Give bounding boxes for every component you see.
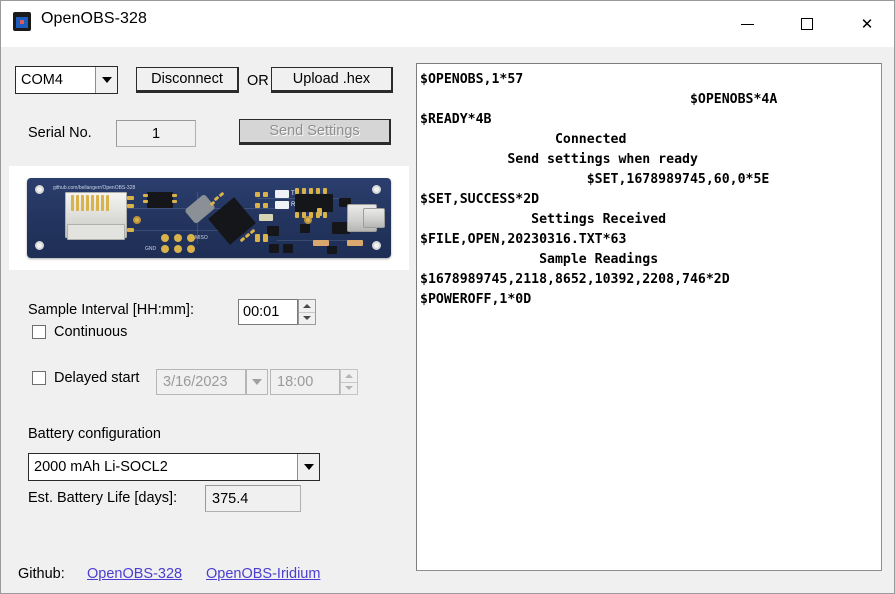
title-bar: OpenOBS-328 ✕ — [1, 1, 894, 47]
window-title: OpenOBS-328 — [41, 10, 148, 27]
sample-interval-label: Sample Interval [HH:mm]: — [28, 302, 194, 318]
com-port-select[interactable]: COM4 — [15, 66, 118, 94]
battery-type-value: 2000 mAh Li-SOCL2 — [34, 459, 168, 475]
delayed-start-label: Delayed start — [54, 370, 140, 386]
serial-no-label: Serial No. — [28, 125, 92, 141]
send-settings-button[interactable]: Send Settings — [239, 119, 391, 145]
close-button[interactable]: ✕ — [844, 1, 890, 47]
continuous-label: Continuous — [54, 324, 128, 340]
continuous-checkbox[interactable]: Continuous — [32, 324, 127, 340]
battery-life-value: 375.4 — [205, 485, 301, 512]
stepper-up-icon[interactable] — [299, 300, 315, 313]
serial-terminal-output[interactable]: $OPENOBS,1*57 $OPENOBS*4A $READY*4B Conn… — [416, 63, 882, 571]
checkbox-box[interactable] — [32, 325, 46, 339]
board-photo: github.com/bellangerr/OpenOBS-328 MISO G… — [9, 166, 409, 270]
battery-configuration-label: Battery configuration — [28, 426, 161, 442]
link-openobs-iridium[interactable]: OpenOBS-Iridium — [206, 566, 320, 582]
stepper-up-icon[interactable] — [341, 370, 357, 383]
serial-no-field[interactable]: 1 — [116, 120, 196, 147]
delayed-start-date-input[interactable]: 3/16/2023 — [156, 369, 246, 395]
disconnect-button[interactable]: Disconnect — [136, 67, 239, 93]
com-port-value: COM4 — [21, 72, 63, 88]
checkbox-box[interactable] — [32, 371, 46, 385]
pcb-silkscreen-url: github.com/bellangerr/OpenOBS-328 — [53, 185, 136, 191]
chevron-down-icon — [252, 379, 262, 385]
upload-hex-button[interactable]: Upload .hex — [271, 67, 393, 93]
stepper-down-icon[interactable] — [341, 383, 357, 395]
terminal-text: $OPENOBS,1*57 $OPENOBS*4A $READY*4B Conn… — [420, 72, 778, 307]
minimize-icon — [724, 1, 770, 47]
link-openobs-328[interactable]: OpenOBS-328 — [87, 566, 182, 582]
github-label: Github: — [18, 566, 65, 582]
delayed-start-date-dropdown[interactable] — [246, 369, 268, 395]
minimize-button[interactable] — [724, 1, 770, 47]
com-port-dropdown-arrow[interactable] — [95, 67, 117, 93]
sample-interval-input[interactable]: 00:01 — [238, 299, 298, 325]
battery-type-select[interactable]: 2000 mAh Li-SOCL2 — [28, 453, 320, 481]
close-icon: ✕ — [860, 16, 874, 33]
pcb-graphic: github.com/bellangerr/OpenOBS-328 MISO G… — [27, 178, 391, 258]
sample-interval-stepper[interactable] — [298, 299, 316, 325]
delayed-start-checkbox[interactable]: Delayed start — [32, 370, 139, 386]
maximize-icon — [784, 1, 830, 47]
app-icon — [13, 12, 31, 31]
chevron-down-icon — [101, 77, 112, 83]
or-label: OR — [247, 73, 269, 89]
pcb-label-miso: MISO — [195, 235, 208, 241]
delayed-start-time-stepper[interactable] — [340, 369, 358, 395]
chevron-down-icon — [303, 464, 314, 470]
maximize-button[interactable] — [784, 1, 830, 47]
delayed-start-time-input[interactable]: 18:00 — [270, 369, 340, 395]
stepper-down-icon[interactable] — [299, 313, 315, 325]
openobs-window: OpenOBS-328 ✕ COM4 Disconnect OR Upload … — [0, 0, 895, 594]
battery-life-label: Est. Battery Life [days]: — [28, 490, 178, 506]
pcb-label-gnd: GND — [145, 246, 157, 252]
battery-type-dropdown-arrow[interactable] — [297, 454, 319, 480]
